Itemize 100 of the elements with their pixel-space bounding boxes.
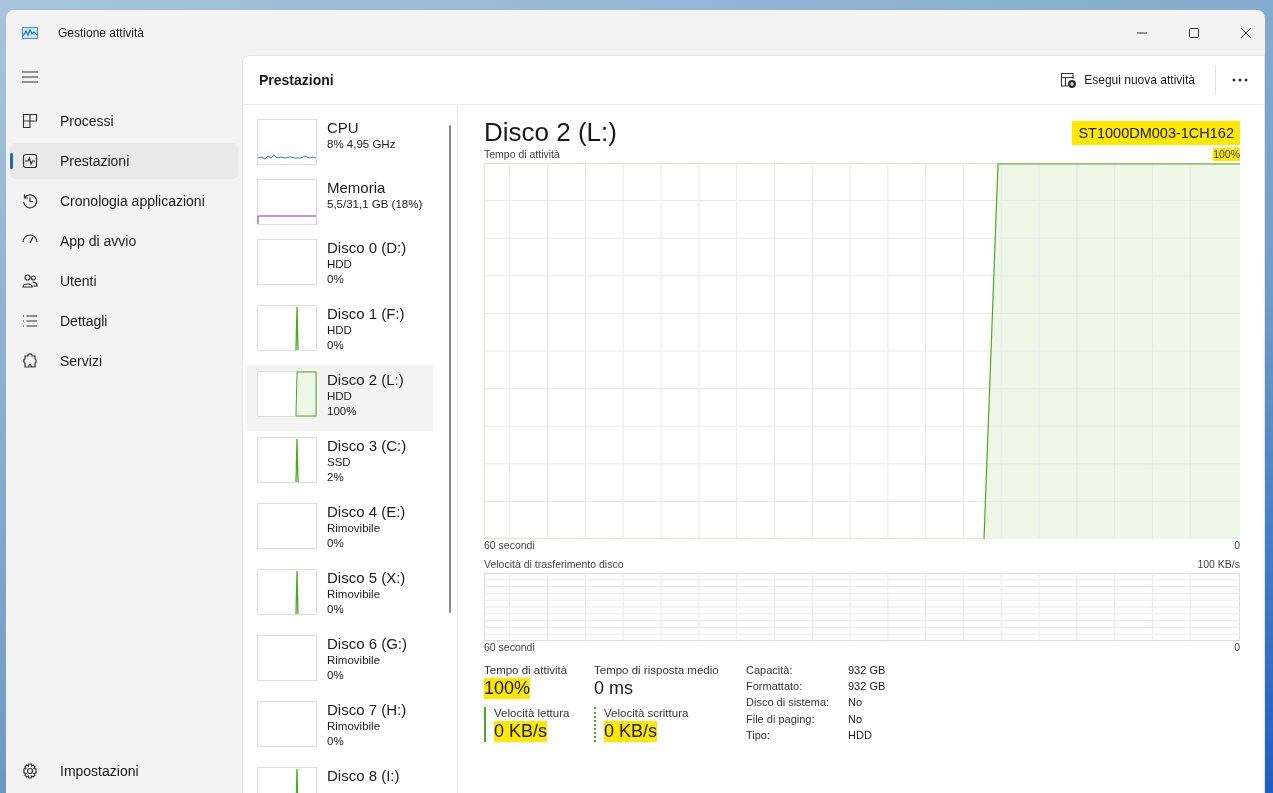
property-label: Formattato: (746, 680, 804, 694)
grid-icon (22, 113, 38, 129)
device-item[interactable]: Disco 2 (L:) HDD 100% (247, 365, 433, 431)
device-item[interactable]: CPU 8% 4,95 GHz (247, 113, 433, 173)
usage-thumbnail (257, 503, 317, 549)
device-detail: SSD (327, 455, 352, 470)
history-icon (22, 193, 38, 209)
window-title: Gestione attività (58, 25, 145, 40)
settings-icon (22, 763, 38, 779)
device-detail: Rimovibile (327, 587, 382, 602)
users-icon (22, 273, 38, 289)
device-item[interactable]: Disco 1 (F:) HDD 0% (247, 299, 433, 365)
usage-thumbnail (257, 179, 317, 225)
stat-label: Tempo di risposta medio (594, 664, 719, 676)
device-detail: Rimovibile (327, 653, 382, 668)
device-item[interactable]: Disco 3 (C:) SSD 2% (247, 431, 433, 497)
device-detail: 8% 4,95 GHz (327, 137, 396, 152)
property-label: File di paging: (746, 712, 816, 726)
property-label: Tipo: (746, 728, 772, 742)
new-task-icon (1060, 72, 1077, 88)
device-detail: 0% (327, 272, 345, 287)
usage-thumbnail (257, 635, 317, 681)
device-name: Memoria (327, 179, 387, 197)
device-detail: Rimovibile (327, 521, 382, 536)
axis-max-label: 100 KB/s (1197, 558, 1240, 571)
device-item[interactable]: Disco 5 (X:) Rimovibile 0% (247, 563, 433, 629)
device-detail: 0% (327, 602, 345, 617)
device-detail: Rimovibile (327, 719, 382, 734)
device-detail: HDD (327, 323, 353, 338)
nav-item[interactable]: Processi (10, 103, 238, 139)
maximize-icon[interactable] (1189, 27, 1199, 38)
menu-icon[interactable] (22, 71, 38, 83)
chart-label: Velocità di trasferimento disco (484, 558, 624, 571)
usage-thumbnail (257, 239, 317, 285)
usage-thumbnail (257, 701, 317, 747)
device-item[interactable]: Disco 7 (H:) Rimovibile 0% (247, 695, 433, 761)
device-item[interactable]: Memoria 5,5/31,1 GB (18%) (247, 173, 433, 233)
device-item[interactable]: Disco 6 (G:) Rimovibile 0% (247, 629, 433, 695)
pulse-icon (22, 153, 38, 169)
usage-thumbnail (257, 305, 317, 351)
nav-item[interactable]: Dettagli (10, 303, 238, 339)
stat-label: Tempo di attività (484, 664, 568, 676)
axis-label: 60 secondi (484, 641, 535, 654)
stat-value: 0 ms (594, 678, 633, 699)
device-detail: HDD (327, 389, 353, 404)
device-name: CPU (327, 119, 360, 137)
device-item[interactable]: Disco 8 (I:) (247, 761, 433, 793)
nav-item[interactable]: Utenti (10, 263, 238, 299)
device-name: Disco 0 (D:) (327, 239, 407, 257)
list-icon (22, 313, 38, 329)
chart-label: Tempo di attività (484, 148, 560, 161)
usage-thumbnail (257, 371, 317, 417)
device-name: Disco 8 (I:) (327, 767, 400, 785)
device-name: Disco 4 (E:) (327, 503, 406, 521)
device-name: Disco 6 (G:) (327, 635, 407, 653)
device-detail: 0% (327, 536, 345, 551)
device-name: Disco 3 (C:) (327, 437, 407, 455)
device-detail: 2% (327, 470, 345, 485)
device-detail: HDD (327, 257, 353, 272)
stat-value: 100% (484, 678, 531, 699)
device-name: Disco 2 (L:) (327, 371, 404, 389)
stat-value: 0 KB/s (604, 721, 658, 742)
stat-label: Velocità scrittura (604, 707, 689, 719)
property-value: HDD (848, 728, 873, 742)
device-name: Disco 7 (H:) (327, 701, 407, 719)
nav-item[interactable]: Servizi (10, 343, 238, 379)
app-icon (22, 26, 38, 39)
settings-item[interactable]: Impostazioni (10, 753, 238, 789)
axis-max-label: 100% (1213, 148, 1240, 161)
stat-label: Velocità lettura (494, 707, 570, 719)
axis-label: 0 (1234, 641, 1240, 654)
page-title: Prestazioni (259, 72, 334, 88)
close-icon[interactable] (1241, 27, 1251, 38)
nav-item[interactable]: App di avvio (10, 223, 238, 259)
run-task-button[interactable]: Esegui nuova attività (1056, 66, 1199, 94)
property-label: Capacità: (746, 664, 794, 678)
nav-item[interactable]: Cronologia applicazioni (10, 183, 238, 219)
usage-thumbnail (257, 437, 317, 483)
device-item[interactable]: Disco 0 (D:) HDD 0% (247, 233, 433, 299)
device-detail: 0% (327, 734, 345, 749)
device-detail: 0% (327, 668, 345, 683)
disk-title: Disco 2 (L:) (484, 117, 617, 148)
more-icon[interactable] (1232, 78, 1248, 82)
usage-thumbnail (257, 119, 317, 165)
device-detail: 5,5/31,1 GB (18%) (327, 197, 423, 212)
property-value: No (848, 696, 864, 710)
property-value: 932 GB (848, 680, 886, 694)
property-value: No (848, 712, 864, 726)
property-value: 932 GB (848, 664, 886, 678)
stat-value: 0 KB/s (494, 721, 548, 742)
axis-label: 60 secondi (484, 539, 535, 552)
device-detail: 0% (327, 338, 345, 353)
scrollbar[interactable] (449, 125, 451, 613)
disk-model: ST1000DM003-1CH162 (1072, 120, 1240, 145)
axis-label: 0 (1234, 539, 1240, 552)
device-item[interactable]: Disco 4 (E:) Rimovibile 0% (247, 497, 433, 563)
nav-item[interactable]: Prestazioni (10, 143, 238, 179)
device-detail: 100% (327, 404, 358, 419)
property-label: Disco di sistema: (746, 696, 831, 710)
device-name: Disco 1 (F:) (327, 305, 405, 323)
